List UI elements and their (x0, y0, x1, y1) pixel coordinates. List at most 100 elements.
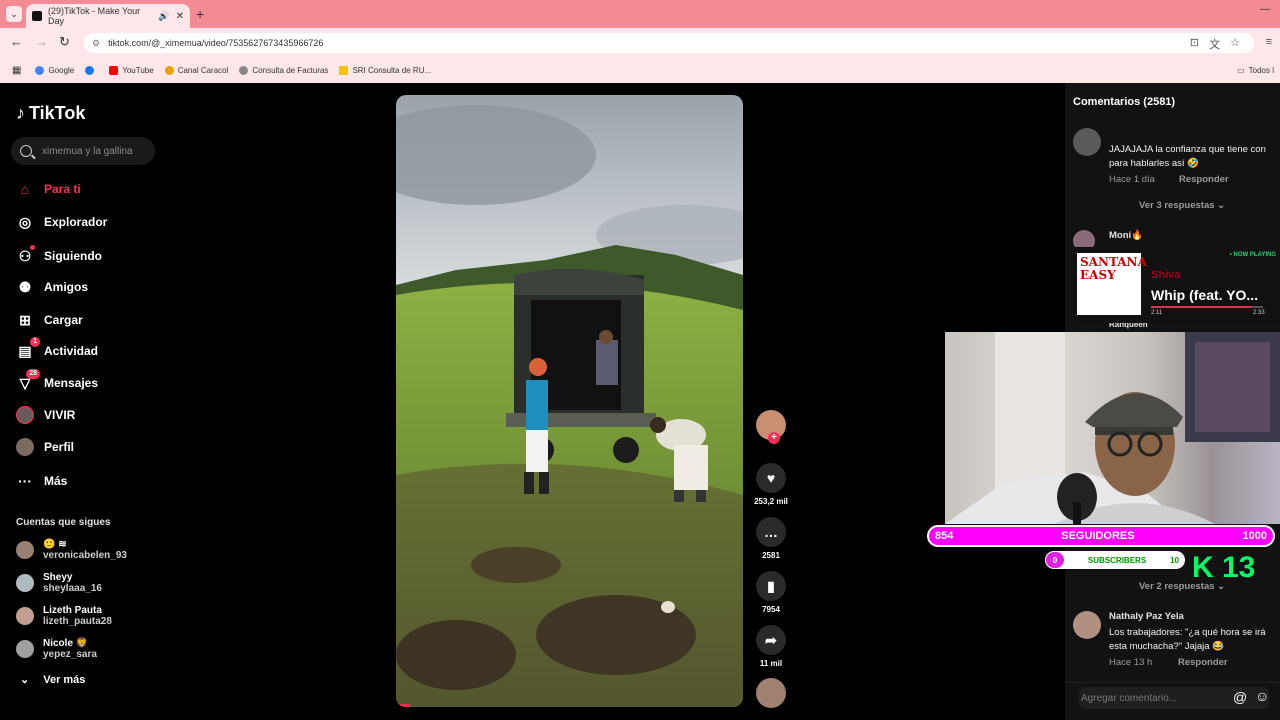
new-tab-button[interactable]: + (196, 6, 204, 22)
followers-label: SEGUIDORES (1061, 530, 1135, 542)
all-bookmarks-folder[interactable]: ▭ Todos l (1237, 66, 1274, 75)
see-more-accounts[interactable]: ⌄ Ver más (20, 673, 85, 686)
subscribers-label: SUBSCRIBERS (1087, 555, 1147, 565)
activity-badge: 1 (30, 337, 40, 347)
song-progress-bar (1151, 306, 1263, 308)
forward-icon[interactable]: → (35, 34, 48, 49)
view-replies-button[interactable]: Ver 3 respuestas ⌄ (1139, 200, 1225, 211)
apps-grid-icon[interactable]: ▦ (12, 65, 21, 76)
share-button[interactable]: ➦ 11 mil (752, 625, 790, 668)
close-tab-icon[interactable]: ✕ (176, 11, 184, 22)
avatar[interactable] (1073, 128, 1101, 156)
nav-siguiendo[interactable]: ⚇ Siguiendo (16, 245, 102, 265)
now-playing-artist: Shiva (1151, 269, 1181, 281)
reply-button[interactable]: Responder (1178, 657, 1228, 668)
address-bar[interactable]: ⚙ tiktok.com/@_ximemua/video/75356276734… (84, 33, 1254, 53)
profile-icon (16, 438, 34, 456)
google-icon (35, 66, 45, 75)
now-playing-label: • NOW PLAYING (1229, 252, 1276, 258)
minimize-window-icon[interactable]: — (1260, 4, 1270, 15)
comment-item: JAJAJAJA la confianza que tiene con para… (1073, 128, 1280, 211)
now-playing-song: Whip (feat. YO... (1151, 287, 1259, 303)
upload-icon: ⊞ (19, 312, 31, 328)
reply-button[interactable]: Responder (1179, 174, 1229, 185)
avatar (16, 607, 34, 625)
nav-vivir[interactable]: VIVIR (16, 406, 75, 424)
k13-logo: K 13 (1192, 551, 1256, 584)
nav-mas[interactable]: ··· Más (16, 472, 67, 490)
avatar (16, 541, 34, 559)
video-progress-bar[interactable] (396, 704, 410, 707)
bookmark-facturas[interactable]: Consulta de Facturas (239, 66, 328, 75)
nav-perfil[interactable]: Perfil (16, 438, 74, 456)
bookmark-caracol[interactable]: Canal Caracol (164, 66, 228, 75)
bookmark-google[interactable]: Google (35, 66, 74, 75)
comment-icon: … (756, 517, 786, 547)
bookmark-sri[interactable]: SRI Consulta de RU... (339, 66, 431, 75)
bookmark-icon: ▮ (756, 571, 786, 601)
reload-icon[interactable]: ↻ (59, 34, 70, 50)
tab-search-button[interactable]: ⌄ (6, 6, 22, 22)
video-player[interactable] (396, 95, 743, 707)
facturas-icon (239, 66, 249, 75)
account-name: Sheyy (43, 572, 73, 583)
browser-tab-bar: ⌄ (29)TikTok - Make Your Day 🔊 ✕ + — (0, 0, 1280, 28)
messages-badge: 28 (26, 369, 40, 379)
translate-icon[interactable]: 文 (1209, 36, 1220, 52)
nav-actividad[interactable]: ▤ 1 Actividad (16, 337, 98, 360)
speaker-icon[interactable]: 🔊 (158, 11, 169, 22)
like-button[interactable]: ♥ 253,2 mil (752, 463, 790, 506)
webcam-frame (945, 332, 1280, 524)
account-item[interactable]: Sheyy sheylaaa_16 (16, 572, 102, 594)
save-count: 7954 (762, 605, 780, 614)
account-item[interactable]: 🙂 ≋ veronicabelen_93 (16, 539, 127, 561)
heart-icon: ♥ (756, 463, 786, 493)
tiktok-note-icon: ♪ (16, 103, 25, 123)
search-placeholder: ximemua y la gallina (42, 145, 133, 157)
browser-toolbar: ← → ↻ ⚙ tiktok.com/@_ximemua/video/75356… (0, 28, 1280, 58)
bookmark-star-icon[interactable]: ☆ (1230, 36, 1240, 52)
ecuador-flag-icon (339, 66, 349, 75)
sound-disc-button[interactable] (752, 678, 790, 712)
messages-icon: ▽ 28 (16, 369, 40, 392)
back-icon[interactable]: ← (10, 34, 23, 49)
creator-avatar-button[interactable]: + (752, 410, 790, 444)
tab-title: (29)TikTok - Make Your Day (47, 6, 141, 26)
tiktok-logo[interactable]: ♪ TikTok (16, 103, 85, 124)
subscribers-goal: 10 (1170, 555, 1179, 565)
song-elapsed: 2:11 (1151, 310, 1163, 316)
creator-avatar: + (756, 410, 786, 444)
emoji-icon[interactable]: ☺ (1255, 688, 1269, 704)
browser-tab[interactable]: (29)TikTok - Make Your Day 🔊 ✕ (26, 4, 190, 28)
comment-button[interactable]: … 2581 (752, 517, 790, 560)
sidebar: ♪ TikTok ximemua y la gallina ⌂ Para ti ◎… (0, 83, 170, 720)
home-icon: ⌂ (20, 181, 30, 197)
avatar[interactable] (1073, 611, 1101, 639)
follow-plus-icon[interactable]: + (768, 432, 780, 444)
bookmark-youtube[interactable]: YouTube (109, 66, 154, 75)
search-input[interactable]: ximemua y la gallina (11, 137, 155, 165)
video-frame (396, 95, 743, 707)
facebook-icon (85, 66, 95, 75)
search-icon (20, 145, 32, 157)
followers-current: 854 (935, 530, 954, 542)
install-app-icon[interactable]: ⊡ (1190, 36, 1199, 52)
account-item[interactable]: Lizeth Pauta lizeth_pauta28 (16, 605, 112, 627)
subscribers-current: 0 (1046, 552, 1064, 568)
live-icon (16, 406, 34, 424)
site-info-icon[interactable]: ⚙ (92, 38, 100, 49)
nav-para-ti[interactable]: ⌂ Para ti (16, 180, 81, 198)
nav-amigos[interactable]: ⚉ Amigos (16, 278, 88, 296)
account-handle: veronicabelen_93 (43, 550, 127, 561)
webcam-overlay (945, 332, 1280, 524)
nav-cargar[interactable]: ⊞ Cargar (16, 311, 83, 329)
account-item[interactable]: Nicole 🦁 yepez_sara (16, 638, 97, 660)
nav-explorador[interactable]: ◎ Explorador (16, 213, 107, 231)
following-icon: ⚇ (16, 245, 35, 265)
extensions-icon[interactable]: ≡ (1266, 36, 1272, 48)
following-accounts-header: Cuentas que sigues (16, 517, 111, 528)
mention-icon[interactable]: @ (1233, 689, 1247, 705)
bookmark-facebook[interactable] (85, 66, 98, 75)
save-button[interactable]: ▮ 7954 (752, 571, 790, 614)
nav-mensajes[interactable]: ▽ 28 Mensajes (16, 369, 98, 392)
